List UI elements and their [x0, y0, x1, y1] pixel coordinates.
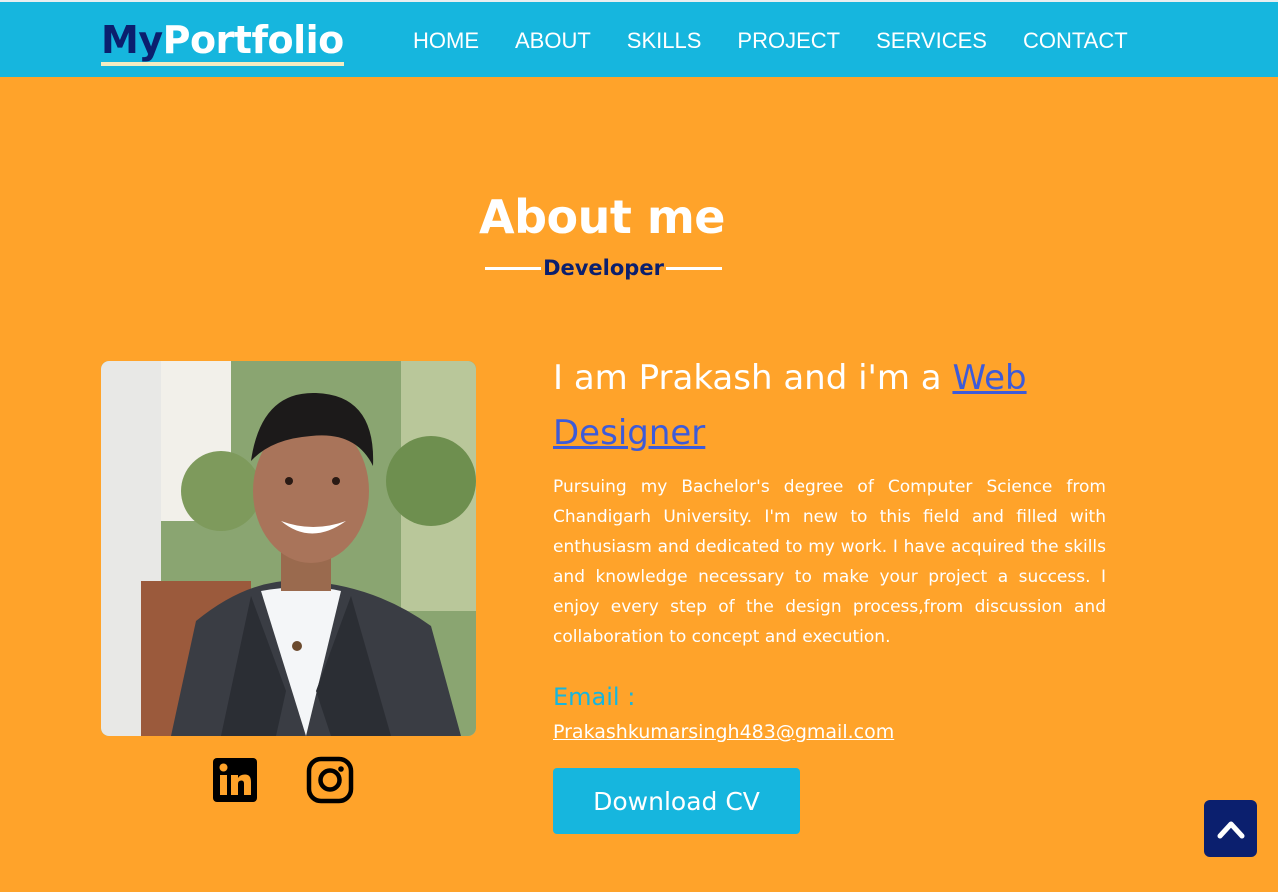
nav-link-skills[interactable]: SKILLS: [627, 26, 702, 56]
logo-part-my: My: [101, 18, 163, 62]
email-link[interactable]: Prakashkumarsingh483@gmail.com: [553, 721, 894, 743]
nav-link-contact[interactable]: CONTACT: [1023, 26, 1128, 56]
site-logo[interactable]: MyPortfolio: [101, 18, 344, 66]
nav-link-project[interactable]: PROJECT: [737, 26, 840, 56]
subtitle-divider-right: [665, 266, 722, 270]
nav-link-home[interactable]: HOME: [413, 26, 479, 56]
subtitle-divider-left: [485, 266, 542, 270]
nav-link-services[interactable]: SERVICES: [876, 26, 987, 56]
profile-photo: [101, 361, 476, 736]
bio-paragraph: Pursuing my Bachelor's degree of Compute…: [553, 477, 1106, 647]
scroll-to-top-button[interactable]: [1204, 800, 1257, 857]
section-subtitle-row: Developer: [485, 251, 722, 285]
instagram-link[interactable]: [306, 756, 354, 808]
instagram-icon: [306, 756, 354, 804]
nav-links: HOME ABOUT SKILLS PROJECT SERVICES CONTA…: [413, 26, 1128, 56]
linkedin-icon: [213, 758, 257, 802]
navbar: MyPortfolio HOME ABOUT SKILLS PROJECT SE…: [0, 0, 1278, 77]
logo-part-portfolio: Portfolio: [162, 18, 345, 62]
profile-photo-illustration: [101, 361, 476, 736]
chevron-up-icon: [1217, 821, 1244, 838]
section-subtitle: Developer: [543, 256, 664, 280]
section-title: About me: [478, 190, 726, 244]
download-cv-button[interactable]: Download CV: [553, 768, 800, 834]
intro-heading: I am Prakash and i'm a Web Designer: [553, 351, 1113, 461]
nav-link-about[interactable]: ABOUT: [515, 26, 591, 56]
linkedin-link[interactable]: [211, 756, 259, 808]
email-label: Email :: [553, 683, 636, 711]
intro-prefix: I am Prakash and i'm a: [553, 358, 953, 398]
